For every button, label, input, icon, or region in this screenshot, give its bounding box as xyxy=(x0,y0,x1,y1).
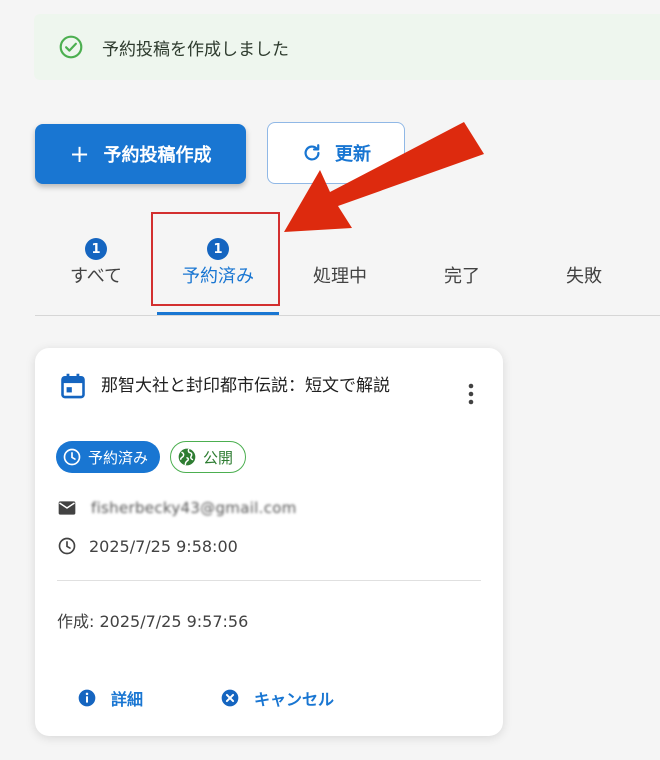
cancel-icon xyxy=(221,689,239,707)
annotation-highlight-box xyxy=(151,212,280,306)
visibility-chip-label: 公開 xyxy=(203,448,234,467)
post-title: 那智大社と封印都市伝説：短文で解説 xyxy=(101,376,390,396)
create-scheduled-post-button[interactable]: + 予約投稿作成 xyxy=(35,124,246,184)
status-chips: 予約済み 公開 xyxy=(56,441,247,473)
status-chip-scheduled: 予約済み xyxy=(56,441,161,473)
clock-icon xyxy=(58,537,76,555)
tabs-divider xyxy=(35,315,660,316)
mail-icon xyxy=(58,501,76,515)
cancel-button[interactable]: キャンセル xyxy=(220,686,334,710)
check-circle-icon xyxy=(59,35,83,59)
card-header: 那智大社と封印都市伝説：短文で解説 xyxy=(59,372,479,405)
card-divider xyxy=(57,580,481,581)
more-vert-icon[interactable] xyxy=(459,380,483,408)
cancel-button-label: キャンセル xyxy=(254,690,335,709)
calendar-icon xyxy=(61,373,85,399)
globe-icon xyxy=(178,448,196,466)
clock-icon xyxy=(63,448,81,466)
tab-badge: 1 xyxy=(85,238,107,260)
tab-label: すべて xyxy=(69,266,123,287)
success-alert: 予約投稿を作成しました xyxy=(34,14,660,80)
info-icon xyxy=(78,689,96,707)
scheduled-post-card: 那智大社と封印都市伝説：短文で解説 予約済み 公開 fisherbecky43@… xyxy=(35,348,503,736)
tab-label: 失敗 xyxy=(566,266,602,287)
visibility-chip-public: 公開 xyxy=(170,441,247,473)
scheduled-time: 2025/7/25 9:58:00 xyxy=(89,536,238,556)
annotation-arrow-icon xyxy=(284,122,484,232)
alert-message: 予約投稿を作成しました xyxy=(102,39,289,60)
detail-button[interactable]: 詳細 xyxy=(77,686,143,710)
account-email-row: fisherbecky43@gmail.com xyxy=(57,498,297,518)
tab-label: 処理中 xyxy=(313,266,367,287)
tab-all[interactable]: 1 すべて xyxy=(35,230,157,316)
tab-label: 完了 xyxy=(444,266,480,287)
created-timestamp: 作成: 2025/7/25 9:57:56 xyxy=(57,612,249,631)
create-button-label: 予約投稿作成 xyxy=(103,145,212,166)
tab-failed[interactable]: 失敗 xyxy=(523,230,645,316)
plus-icon: + xyxy=(69,140,90,168)
scheduled-time-row: 2025/7/25 9:58:00 xyxy=(57,536,238,556)
status-chip-label: 予約済み xyxy=(88,448,149,467)
detail-button-label: 詳細 xyxy=(111,690,144,709)
account-email: fisherbecky43@gmail.com xyxy=(91,499,297,517)
